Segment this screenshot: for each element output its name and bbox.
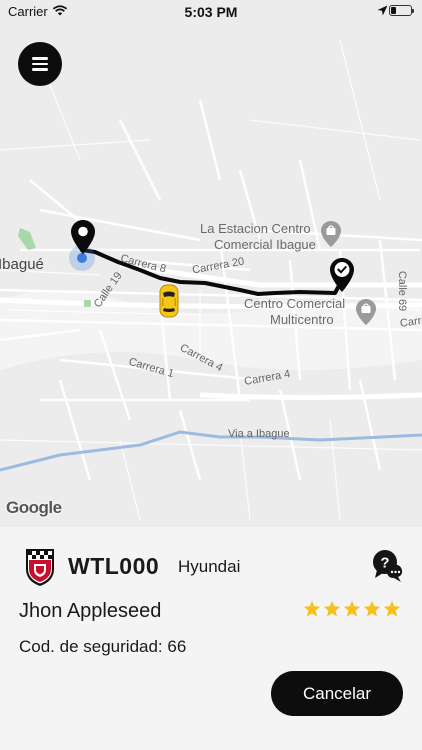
shopping-pin-icon (356, 299, 376, 325)
poi-label[interactable]: La Estacion Centro Comercial Ibague (200, 221, 316, 253)
vehicle-brand: Hyundai (178, 557, 241, 576)
star-icon (343, 600, 361, 617)
cancel-button[interactable]: Cancelar (271, 671, 403, 716)
street-label: Via a Ibague (228, 428, 290, 440)
star-icon (383, 600, 401, 617)
help-chat-icon[interactable]: ? (372, 549, 404, 583)
star-icon (363, 600, 381, 617)
hamburger-menu-icon (32, 57, 48, 71)
google-logo: Google (6, 498, 62, 517)
location-arrow-icon (377, 5, 388, 16)
status-time: 5:03 PM (184, 4, 238, 20)
map-view[interactable]: Ibagué Carrera 8 Carrera 20 Calle 19 Cal… (0, 0, 422, 530)
ride-tracking-screen: Ibagué Carrera 8 Carrera 20 Calle 19 Cal… (0, 0, 422, 750)
poi-label[interactable]: Centro Comercial Multicentro (244, 296, 345, 328)
battery-icon (389, 5, 414, 16)
city-label: Ibagué (0, 256, 44, 273)
driver-badge-icon (26, 549, 54, 586)
driver-rating (303, 600, 401, 618)
status-bar: Carrier 5:03 PM (0, 0, 422, 24)
car-icon (159, 284, 179, 318)
street-label: Calle 69 (396, 270, 409, 312)
destination-pin-icon[interactable] (328, 256, 356, 294)
license-plate: WTL000 (68, 553, 160, 579)
menu-button[interactable] (18, 42, 62, 86)
star-icon (303, 600, 321, 617)
security-code: Cod. de seguridad: 66 (19, 637, 187, 656)
driver-name: Jhon Appleseed (19, 600, 162, 622)
star-icon (323, 600, 341, 617)
shopping-pin-icon (321, 221, 341, 247)
origin-pin-icon[interactable] (69, 218, 97, 256)
svg-text:?: ? (380, 555, 389, 572)
